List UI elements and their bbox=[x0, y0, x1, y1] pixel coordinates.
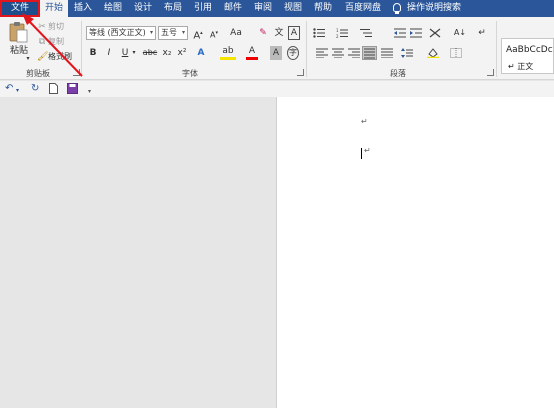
annotation-arrow-icon bbox=[22, 13, 83, 77]
